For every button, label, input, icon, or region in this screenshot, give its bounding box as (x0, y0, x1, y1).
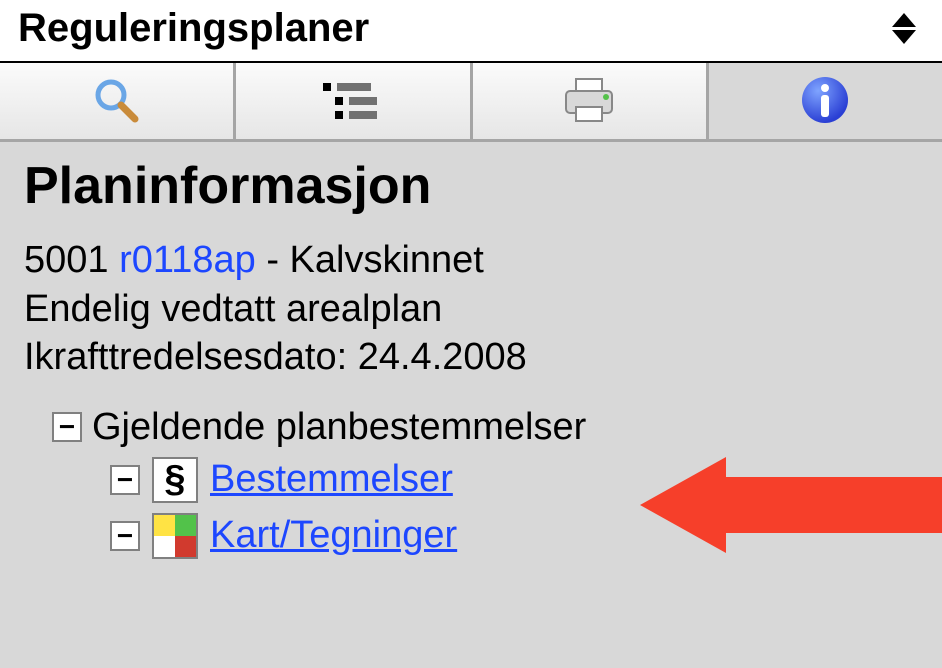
plan-info-panel: Reguleringsplaner (0, 0, 942, 559)
collapse-toggle[interactable] (52, 412, 82, 442)
plan-status: Endelig vedtatt arealplan (24, 285, 918, 334)
content-area: Planinformasjon 5001 r0118ap - Kalvskinn… (0, 142, 942, 559)
municipality-code: 5001 (24, 239, 109, 281)
info-icon (800, 75, 850, 125)
plan-id-line: 5001 r0118ap - Kalvskinnet (24, 236, 918, 285)
dropdown-label: Reguleringsplaner (18, 6, 369, 51)
plan-date-line: Ikrafttredelsesdato: 24.4.2008 (24, 333, 918, 382)
documents-tree: Gjeldende planbestemmelser § Bestemmelse… (24, 406, 918, 559)
collapse-toggle[interactable] (110, 465, 140, 495)
separator: - (266, 239, 289, 281)
updown-arrows-icon (892, 13, 924, 44)
tree-item-bestemmelser: § Bestemmelser (110, 457, 918, 503)
date-value: 24.4.2008 (358, 336, 527, 378)
printer-icon (562, 77, 616, 125)
tree-item-kart: Kart/Tegninger (110, 513, 918, 559)
kart-link[interactable]: Kart/Tegninger (210, 514, 457, 557)
tree-children: § Bestemmelser Kart/Tegninger (52, 457, 918, 559)
date-label: Ikrafttredelsesdato: (24, 336, 347, 378)
plan-id-link[interactable]: r0118ap (119, 239, 256, 281)
page-title: Planinformasjon (24, 156, 918, 216)
layer-dropdown[interactable]: Reguleringsplaner (0, 0, 942, 63)
tab-info[interactable] (709, 63, 942, 139)
collapse-toggle[interactable] (110, 521, 140, 551)
tree-root-label: Gjeldende planbestemmelser (92, 406, 586, 449)
toolbar-tabs (0, 63, 942, 142)
plan-name: Kalvskinnet (290, 239, 484, 281)
search-icon (91, 75, 143, 127)
bestemmelser-link[interactable]: Bestemmelser (210, 458, 453, 501)
legend-icon (321, 81, 385, 121)
tree-root-row: Gjeldende planbestemmelser (52, 406, 918, 449)
tab-search[interactable] (0, 63, 236, 139)
tab-print[interactable] (473, 63, 709, 139)
section-icon: § (152, 457, 198, 503)
tab-legend[interactable] (236, 63, 472, 139)
map-icon (152, 513, 198, 559)
